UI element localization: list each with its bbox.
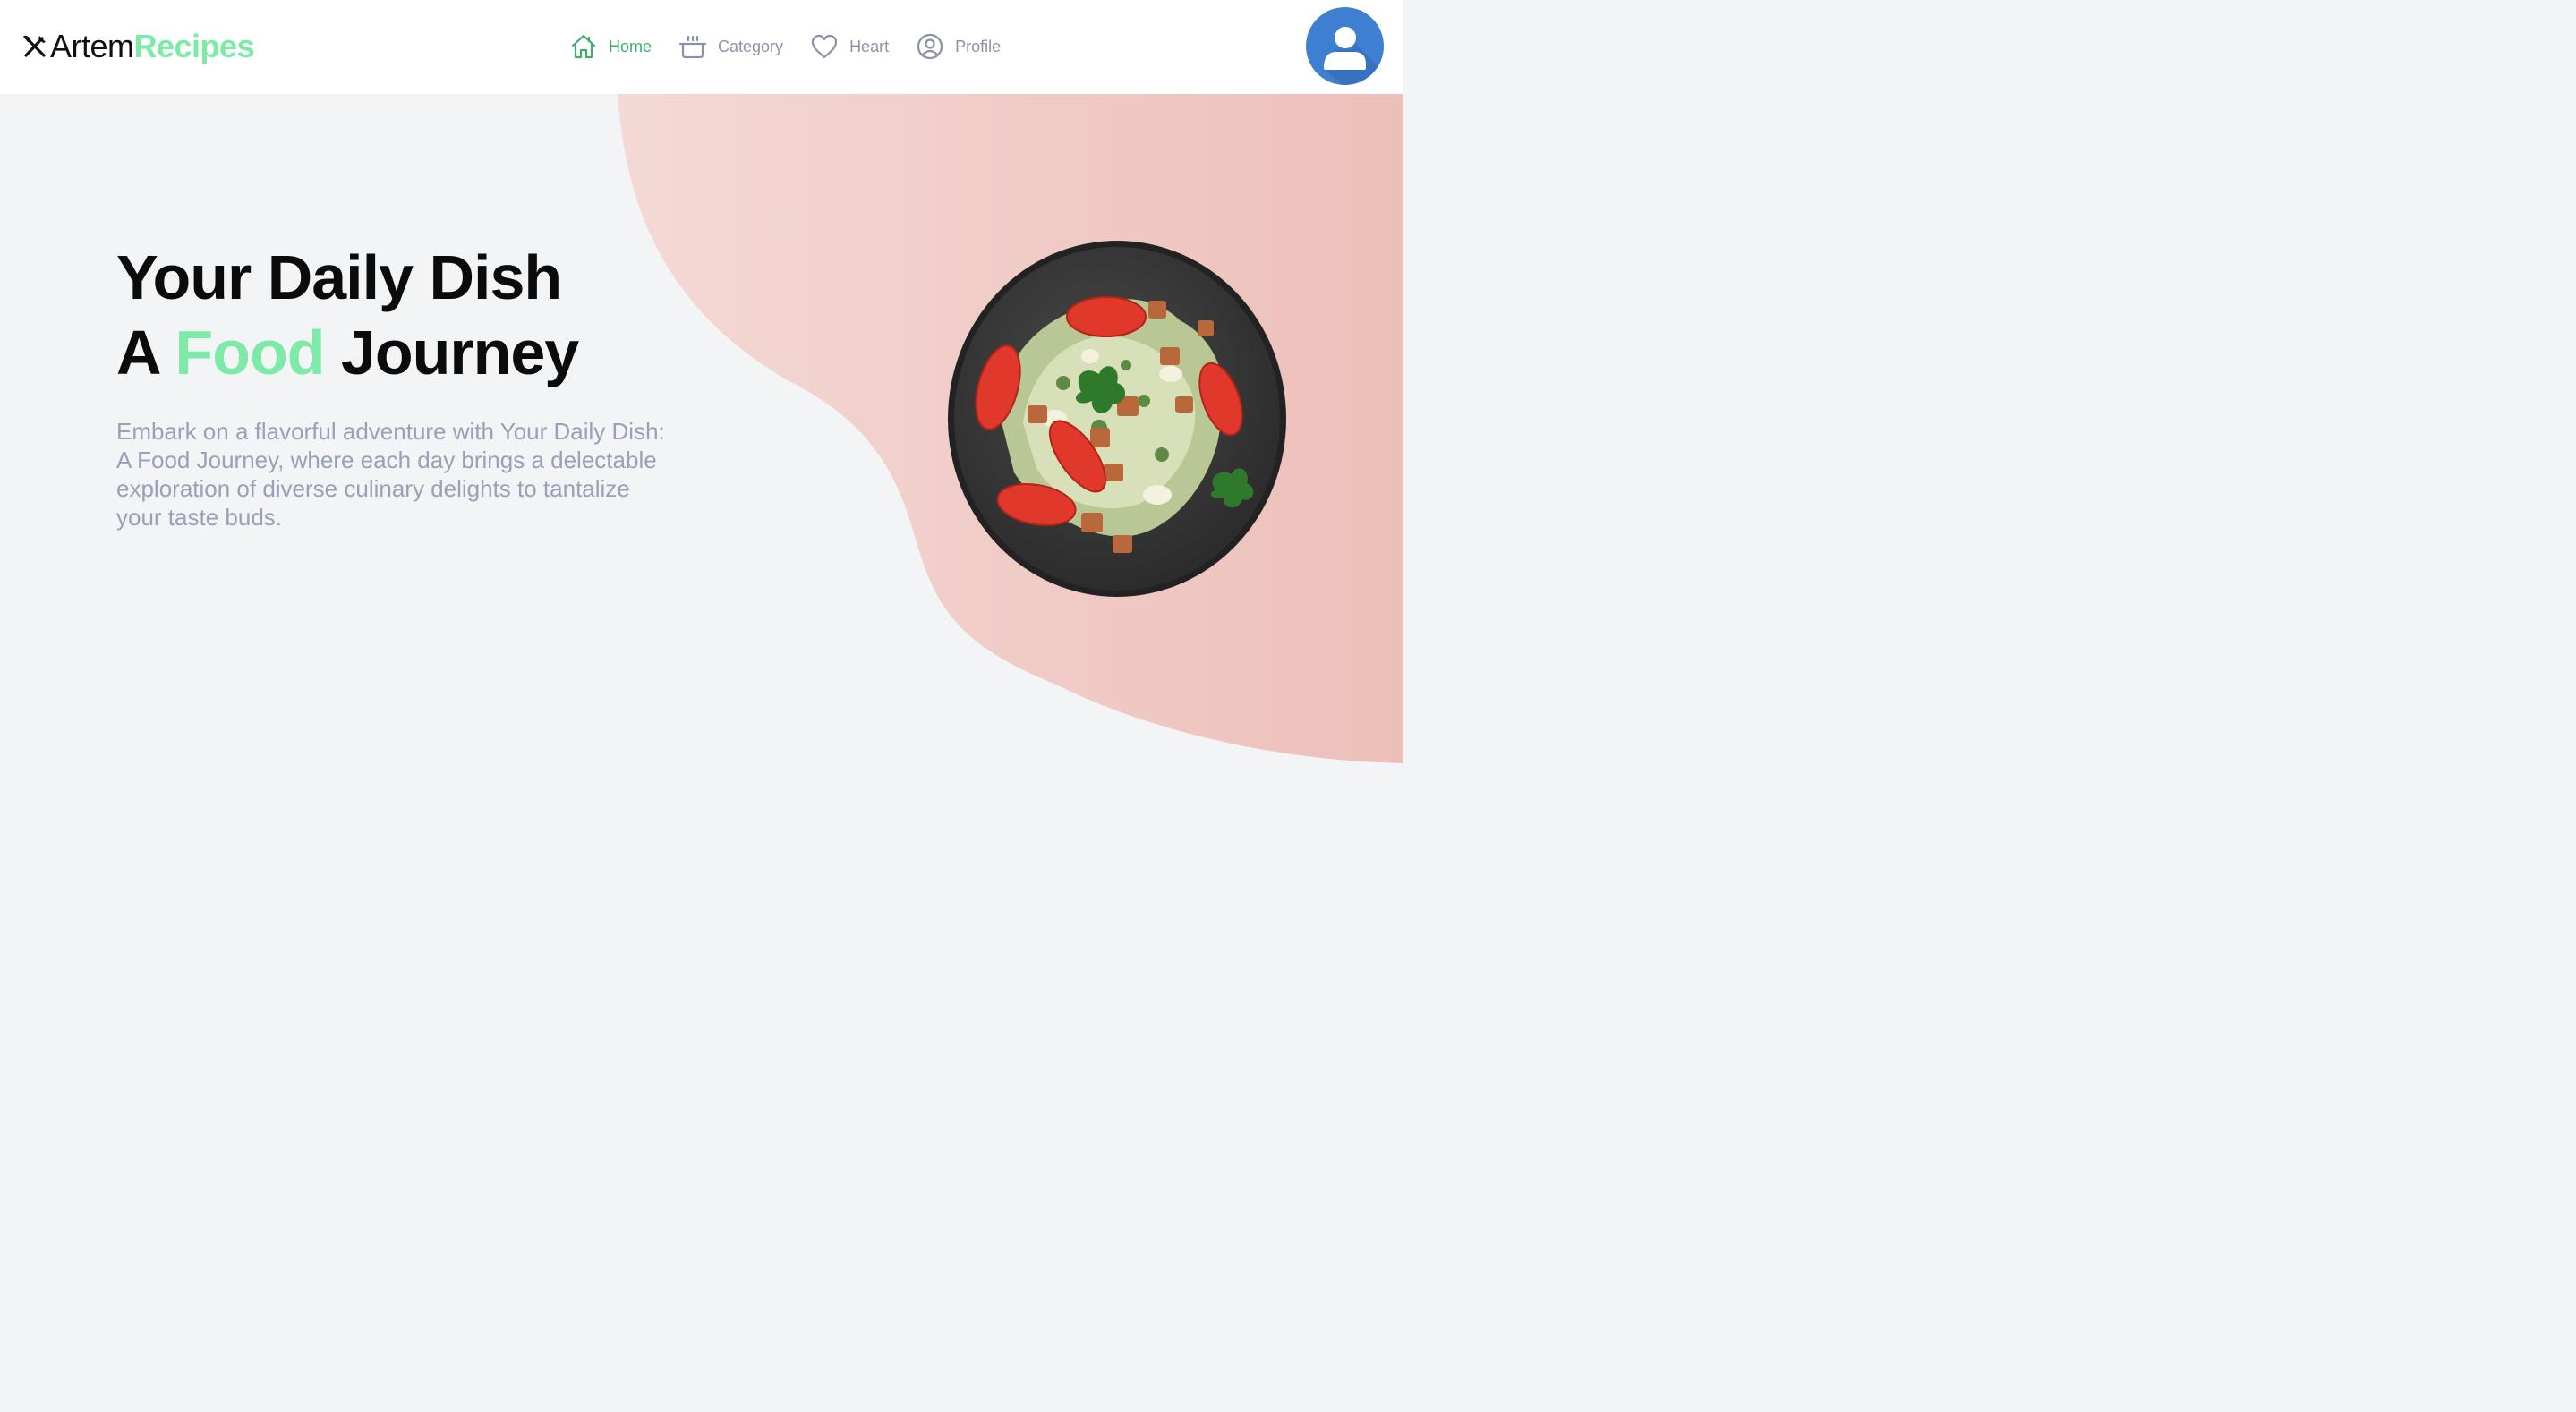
logo-text-accent: Recipes: [133, 28, 255, 64]
hero-title-line2-prefix: A: [116, 318, 159, 387]
logo[interactable]: Artem Recipes: [21, 27, 255, 66]
user-avatar-icon: [1324, 25, 1384, 85]
user-circle-icon: [917, 33, 943, 60]
nav-category-label: Category: [718, 37, 784, 55]
nav-heart[interactable]: Heart: [810, 32, 889, 61]
pot-icon: [678, 35, 707, 59]
nav-category[interactable]: Category: [678, 32, 783, 61]
heart-icon: [811, 34, 838, 59]
nav-profile[interactable]: Profile: [916, 32, 1001, 61]
salad-plate-image: [948, 241, 1286, 597]
top-navbar: Artem Recipes Home Category Heart Profil…: [0, 0, 1403, 94]
nav-home[interactable]: Home: [569, 32, 652, 61]
home-icon: [571, 34, 596, 59]
hero-title-line2-suffix: Journey: [340, 318, 579, 387]
nav-profile-label: Profile: [955, 37, 1002, 55]
hero-text: Your Daily Dish A Food Journey Embark on…: [116, 240, 689, 532]
hero-description: Embark on a flavorful adventure with You…: [116, 418, 665, 531]
hero-title-line1: Your Daily Dish: [116, 242, 562, 312]
main-nav: Home Category Heart Profile: [569, 30, 1001, 63]
user-avatar[interactable]: [1306, 7, 1384, 85]
hero-title-accent: Food: [175, 318, 325, 387]
logo-text-primary: Artem: [50, 28, 134, 64]
hero-title: Your Daily Dish A Food Journey: [116, 240, 689, 390]
fork-knife-icon: [23, 35, 46, 57]
nav-heart-label: Heart: [849, 37, 890, 55]
nav-home-label: Home: [609, 37, 653, 55]
